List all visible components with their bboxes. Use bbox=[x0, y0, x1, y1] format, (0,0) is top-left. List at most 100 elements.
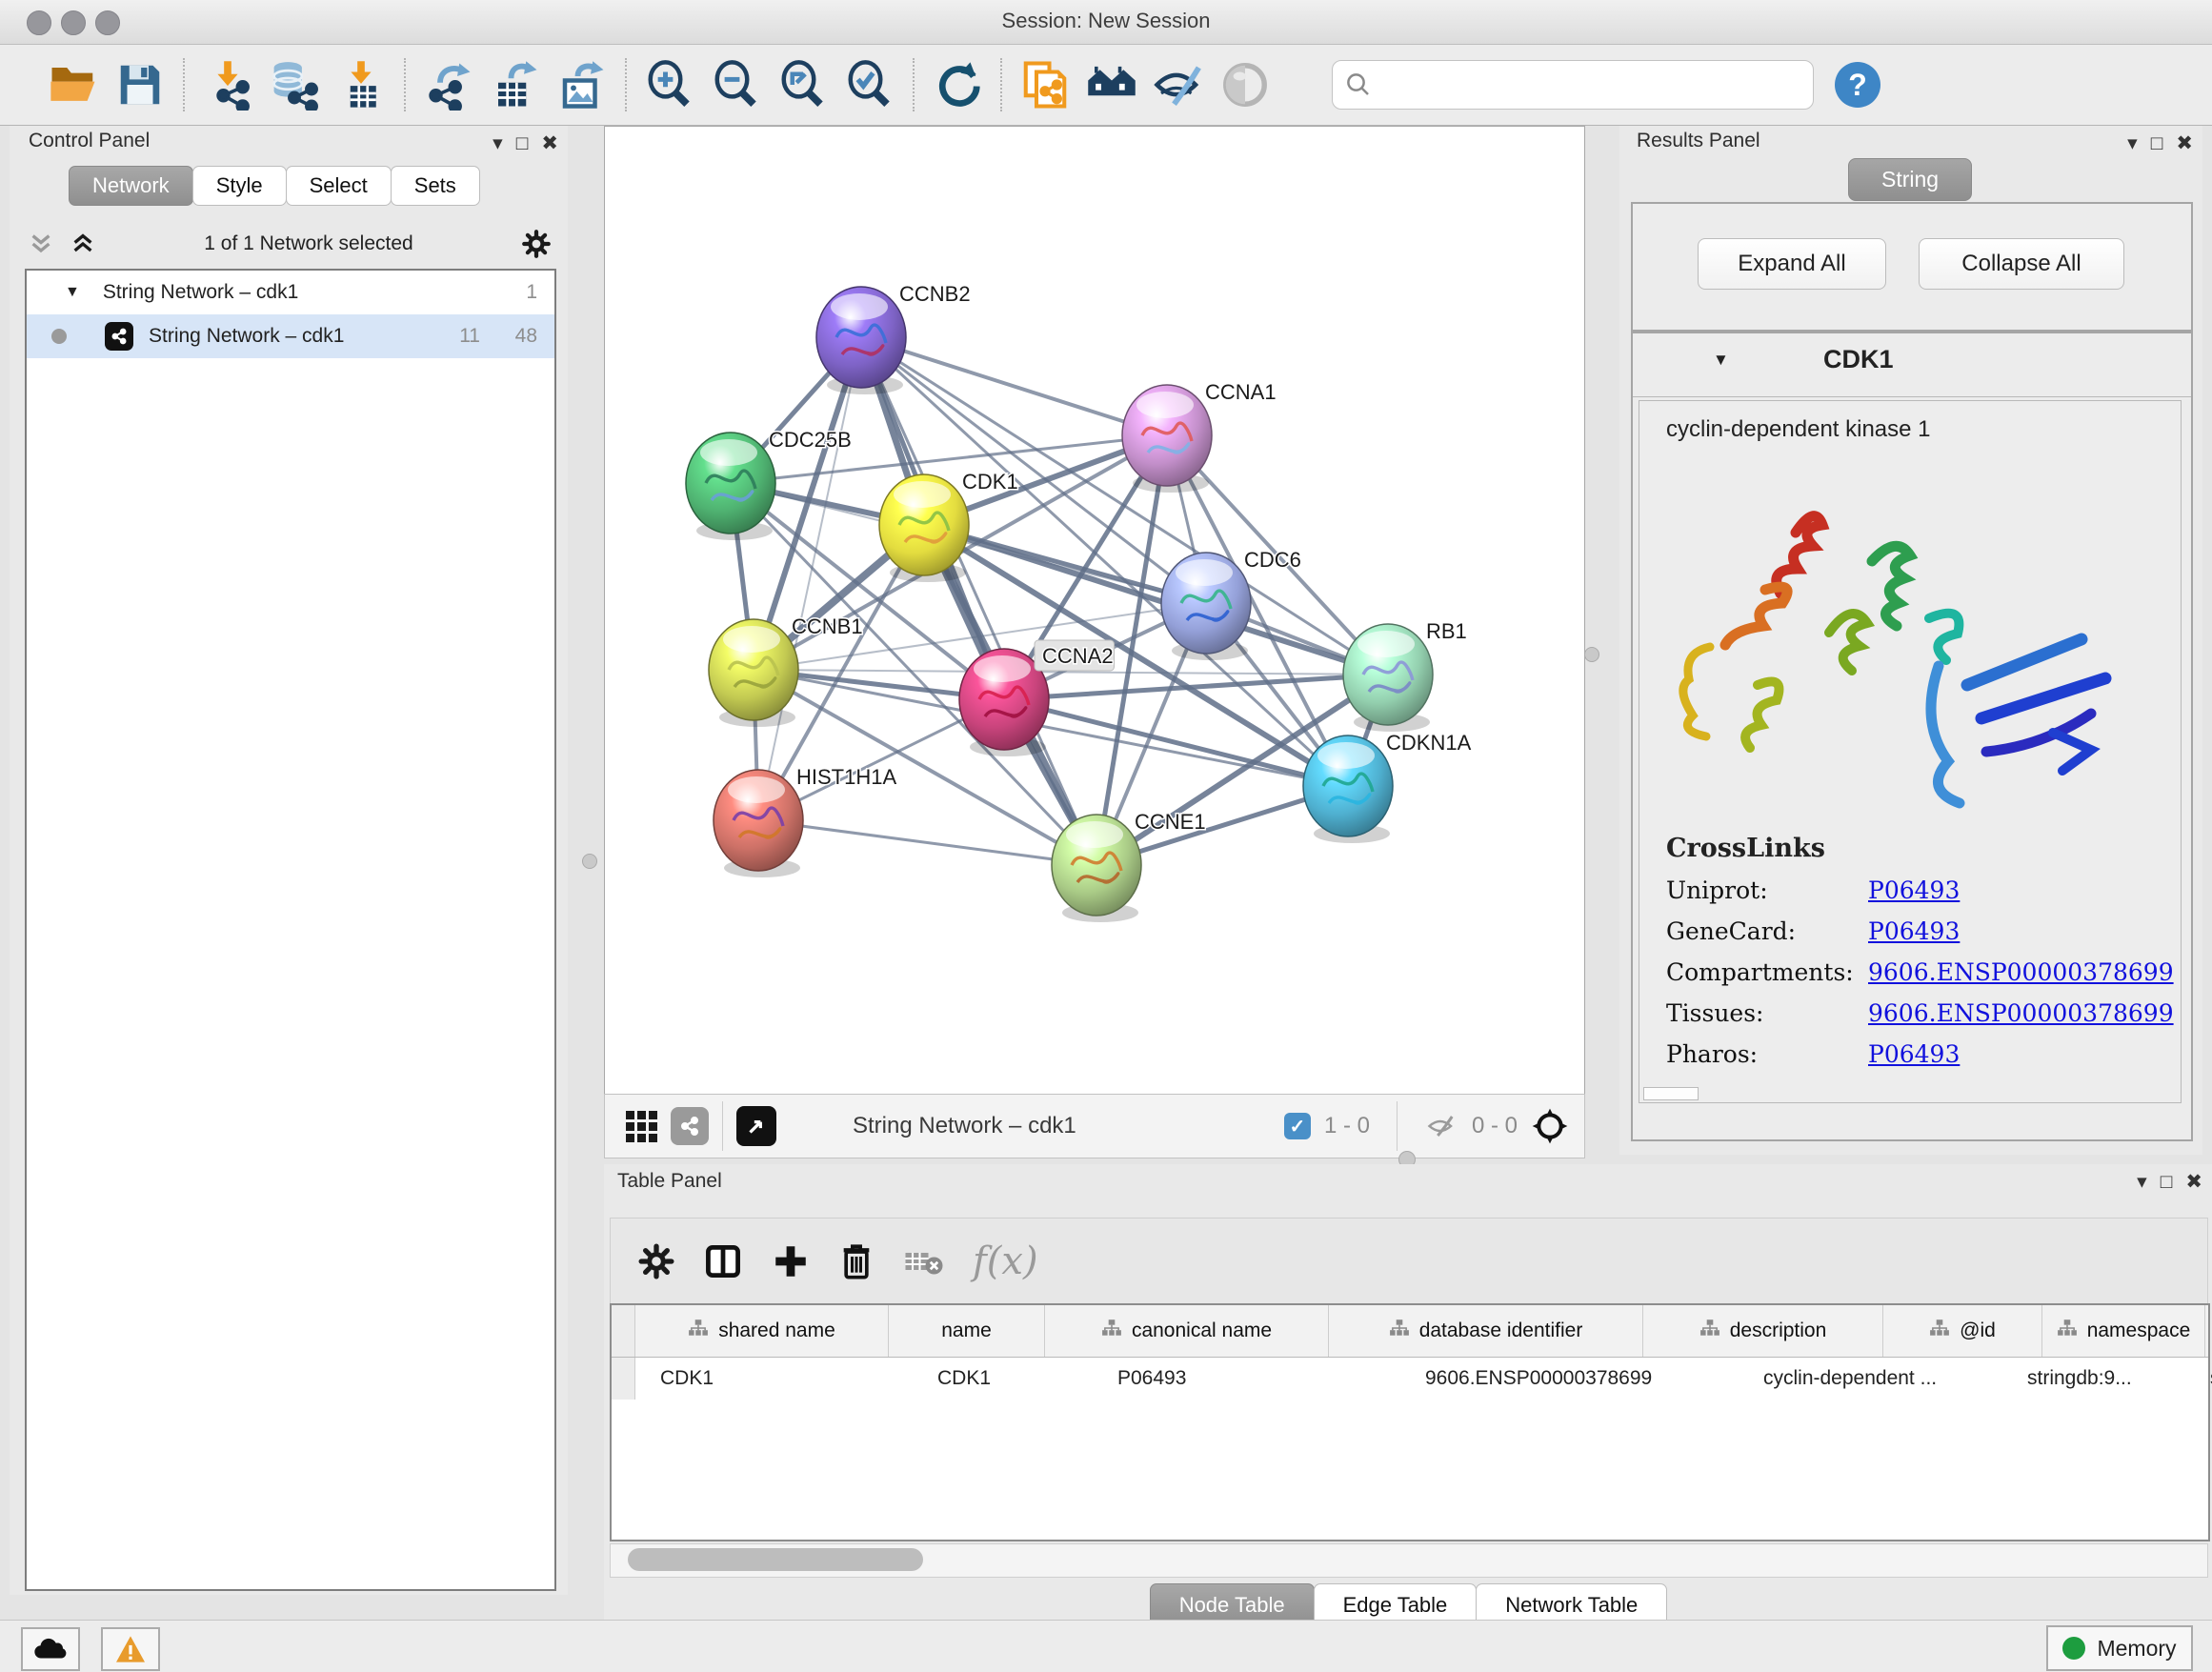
table-row[interactable]: CDK1CDK1P064939606.ENSP00000378699cyclin… bbox=[612, 1358, 2208, 1400]
vertical-splitter-handle[interactable] bbox=[1584, 647, 1599, 662]
show-all-networks-icon[interactable] bbox=[1084, 57, 1139, 112]
export-network-icon[interactable] bbox=[421, 57, 476, 112]
column-tree-icon bbox=[1101, 1319, 1122, 1343]
crosslink-value-link[interactable]: P06493 bbox=[1868, 876, 1960, 904]
expand-all-button[interactable]: Expand All bbox=[1698, 238, 1886, 290]
network-edge[interactable] bbox=[758, 820, 1096, 865]
memory-button[interactable]: Memory bbox=[2046, 1625, 2193, 1671]
column-header-description[interactable]: description bbox=[1643, 1305, 1883, 1357]
panel-float-icon[interactable]: □ bbox=[2161, 1171, 2186, 1193]
zoom-selected-icon[interactable] bbox=[842, 57, 897, 112]
zoom-fit-icon[interactable] bbox=[775, 57, 831, 112]
network-view-canvas[interactable]: CCNB2CCNA1CDC25BCDK1CDC6RB1CCNB1CCNA2CDK… bbox=[604, 126, 1585, 1096]
column-header-sharedname[interactable]: shared name bbox=[635, 1305, 889, 1357]
search-input[interactable] bbox=[1373, 71, 1777, 98]
import-table-icon[interactable] bbox=[333, 57, 389, 112]
warnings-button[interactable] bbox=[101, 1627, 160, 1671]
column-header-namespace[interactable]: namespace bbox=[2042, 1305, 2205, 1357]
grid-view-icon[interactable] bbox=[626, 1111, 657, 1142]
zoom-in-icon[interactable] bbox=[642, 57, 697, 112]
open-session-icon[interactable] bbox=[46, 57, 101, 112]
network-row[interactable]: String Network – cdk1 11 48 bbox=[27, 314, 554, 358]
table-panel-window-buttons[interactable]: ▾□✖ bbox=[2137, 1170, 2202, 1194]
crosslink-value-link[interactable]: 9606.ENSP00000378699 bbox=[1868, 958, 2174, 986]
column-header-canonicalname[interactable]: canonical name bbox=[1045, 1305, 1329, 1357]
birds-eye-view-icon[interactable] bbox=[736, 1106, 776, 1146]
import-network-icon[interactable] bbox=[200, 57, 255, 112]
table-cell[interactable]: stringdb:9... bbox=[2002, 1358, 2185, 1400]
panel-menu-icon[interactable]: ▾ bbox=[493, 132, 516, 154]
network-node-rb1[interactable]: RB1 bbox=[1343, 619, 1467, 732]
import-network-database-icon[interactable] bbox=[267, 57, 322, 112]
panel-float-icon[interactable]: □ bbox=[2151, 132, 2177, 154]
column-header-databaseidentifier[interactable]: database identifier bbox=[1329, 1305, 1643, 1357]
panel-menu-icon[interactable]: ▾ bbox=[2137, 1171, 2161, 1193]
crosslink-value-link[interactable]: P06493 bbox=[1868, 1040, 1960, 1068]
network-node-ccnb2[interactable]: CCNB2 bbox=[816, 282, 971, 394]
network-node-cdk1[interactable]: CDK1 bbox=[879, 470, 1018, 582]
selected-checkbox-icon[interactable]: ✓ bbox=[1284, 1113, 1311, 1139]
delete-column-trash-icon[interactable] bbox=[837, 1240, 875, 1282]
crosslink-value-link[interactable]: P06493 bbox=[1868, 917, 1960, 945]
network-edge[interactable] bbox=[758, 337, 861, 820]
table-horizontal-scrollbar[interactable] bbox=[610, 1543, 2208, 1578]
collapse-all-icon[interactable] bbox=[27, 231, 55, 257]
column-header-id[interactable]: @id bbox=[1883, 1305, 2042, 1357]
disclosure-triangle-icon[interactable]: ▼ bbox=[65, 284, 80, 301]
copy-style-icon[interactable] bbox=[1017, 57, 1073, 112]
help-button[interactable]: ? bbox=[1835, 62, 1880, 108]
zoom-out-icon[interactable] bbox=[709, 57, 764, 112]
node-table[interactable]: shared namenamecanonical namedatabase id… bbox=[610, 1303, 2210, 1541]
table-cell[interactable]: CDK1 bbox=[635, 1358, 913, 1400]
network-edge[interactable] bbox=[861, 337, 1167, 435]
create-column-icon[interactable] bbox=[771, 1241, 811, 1281]
show-graphics-details-icon[interactable] bbox=[1217, 57, 1273, 112]
export-image-icon[interactable] bbox=[554, 57, 610, 112]
table-cell[interactable]: P06493 bbox=[1093, 1358, 1400, 1400]
table-cell[interactable]: CDK1 bbox=[913, 1358, 1093, 1400]
panel-close-icon[interactable]: ✖ bbox=[2176, 132, 2193, 154]
table-cell[interactable]: cyclin-dependent ... bbox=[1739, 1358, 2002, 1400]
tab-network[interactable]: Network bbox=[69, 166, 193, 206]
tab-string[interactable]: String bbox=[1848, 158, 1972, 201]
collapse-all-button[interactable]: Collapse All bbox=[1919, 238, 2124, 290]
tab-select[interactable]: Select bbox=[286, 166, 392, 206]
tab-sets[interactable]: Sets bbox=[391, 166, 480, 206]
network-options-gear-icon[interactable] bbox=[520, 228, 553, 260]
network-node-ccne1[interactable]: CCNE1 bbox=[1052, 810, 1206, 922]
cloud-button[interactable] bbox=[21, 1627, 80, 1671]
protein-entry-header[interactable]: ▼ CDK1 bbox=[1633, 333, 2191, 397]
disclosure-triangle-icon[interactable]: ▼ bbox=[1713, 351, 1729, 370]
results-panel-window-buttons[interactable]: ▾□✖ bbox=[2127, 131, 2193, 155]
network-collection-row[interactable]: ▼ String Network – cdk1 1 bbox=[27, 271, 554, 314]
save-session-icon[interactable] bbox=[112, 57, 168, 112]
show-columns-icon[interactable] bbox=[702, 1240, 744, 1282]
column-header-name[interactable]: name bbox=[889, 1305, 1045, 1357]
panel-menu-icon[interactable]: ▾ bbox=[2127, 132, 2151, 154]
network-share-icon[interactable] bbox=[671, 1107, 709, 1145]
panel-close-icon[interactable]: ✖ bbox=[541, 132, 558, 154]
refresh-icon[interactable] bbox=[930, 57, 985, 112]
fit-crosshair-icon[interactable] bbox=[1531, 1107, 1569, 1145]
table-cell[interactable]: 9606.ENSP00000378699 bbox=[1400, 1358, 1739, 1400]
inner-scrollbar-thumb[interactable] bbox=[1643, 1087, 1699, 1100]
network-node-hist1h1a[interactable]: HIST1H1A bbox=[714, 765, 896, 877]
network-graph[interactable]: CCNB2CCNA1CDC25BCDK1CDC6RB1CCNB1CCNA2CDK… bbox=[605, 127, 1582, 1093]
control-panel-window-buttons[interactable]: ▾□✖ bbox=[493, 131, 558, 155]
network-node-cdkn1a[interactable]: CDKN1A bbox=[1303, 731, 1472, 843]
expand-all-icon[interactable] bbox=[69, 231, 97, 257]
hide-selected-icon[interactable] bbox=[1151, 57, 1206, 112]
table-cell[interactable]: stringdb bbox=[2185, 1358, 2212, 1400]
table-options-gear-icon[interactable] bbox=[637, 1242, 675, 1280]
network-node-ccna1[interactable]: CCNA1 bbox=[1122, 380, 1277, 493]
export-table-icon[interactable] bbox=[488, 57, 543, 112]
panel-float-icon[interactable]: □ bbox=[516, 132, 542, 154]
scrollbar-thumb[interactable] bbox=[628, 1548, 923, 1571]
delete-table-icon[interactable] bbox=[902, 1244, 946, 1279]
hidden-eye-slash-icon[interactable] bbox=[1424, 1112, 1458, 1140]
vertical-splitter-handle[interactable] bbox=[582, 854, 597, 869]
tab-style[interactable]: Style bbox=[192, 166, 287, 206]
network-node-ccna2[interactable]: CCNA2 bbox=[959, 640, 1115, 756]
crosslink-value-link[interactable]: 9606.ENSP00000378699 bbox=[1868, 999, 2174, 1027]
panel-close-icon[interactable]: ✖ bbox=[2185, 1171, 2202, 1193]
